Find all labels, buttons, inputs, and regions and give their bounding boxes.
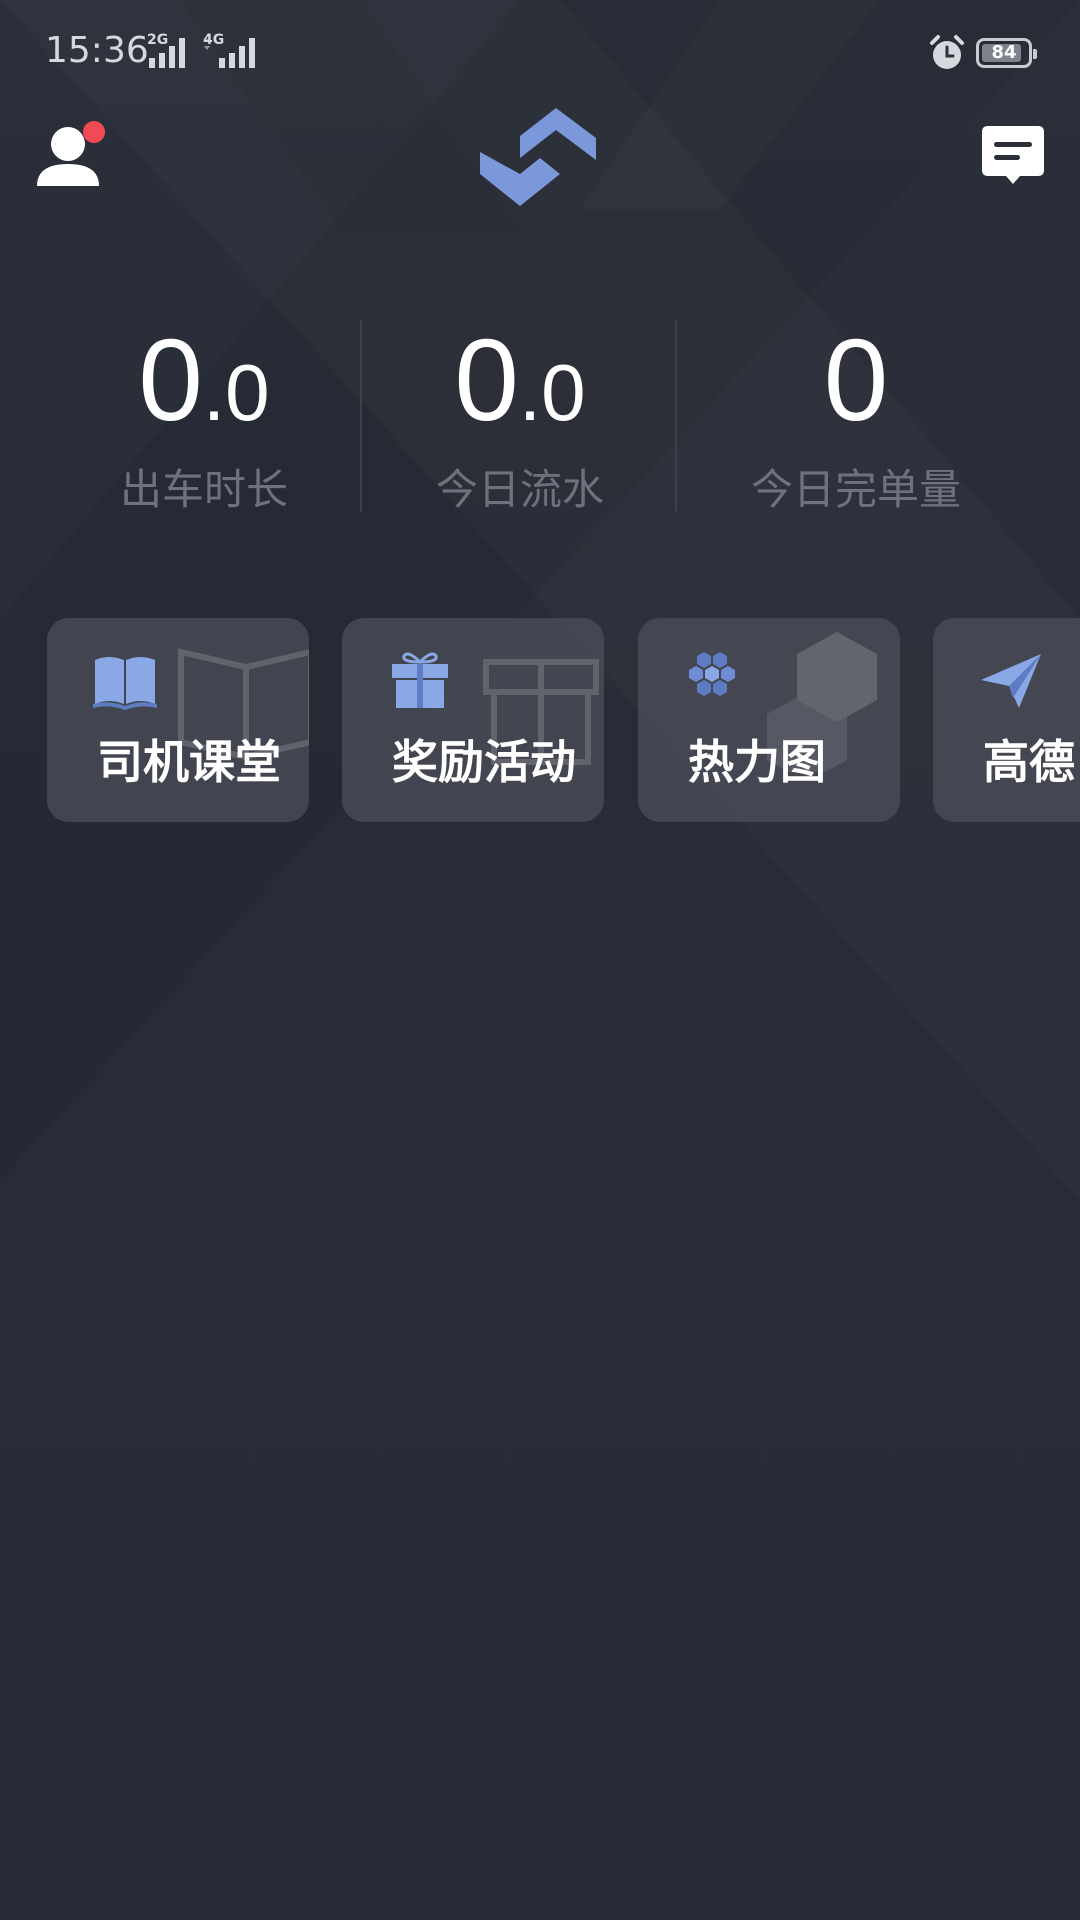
stats-divider	[675, 320, 677, 512]
signal-2g-indicator: 2G	[147, 32, 197, 74]
stat-online-duration: 0.0 出车时长	[84, 310, 324, 517]
card-heat-map[interactable]: 热力图	[638, 618, 900, 822]
feature-cards: 司机课堂 奖励活动 热力图 高德	[0, 618, 1080, 822]
message-icon	[982, 126, 1044, 184]
battery-percentage: 84	[991, 42, 1017, 63]
hexagon-grid-icon	[689, 652, 735, 696]
stat-value: 0	[823, 315, 889, 445]
stats-divider	[360, 320, 362, 512]
card-label: 奖励活动	[392, 735, 576, 789]
stats-panel: 0.0 出车时长 0.0 今日流水 0 今日完单量	[0, 310, 1080, 530]
signal-4g-indicator: 4G	[203, 32, 263, 74]
stat-value: 0.0	[138, 315, 270, 445]
background-pattern	[0, 0, 1080, 1180]
app-screen: 15:36 2G 4G 84 0.0 出车时长 0.0 今日流水 0 今日完单量…	[0, 0, 1080, 1920]
stat-today-revenue: 0.0 今日流水	[400, 310, 640, 517]
notification-dot	[83, 121, 105, 143]
battery-icon: 84	[976, 38, 1037, 68]
stat-label: 今日流水	[435, 465, 604, 514]
alarm-icon	[930, 35, 964, 69]
gift-icon	[392, 652, 448, 708]
stat-label: 今日完单量	[750, 465, 961, 514]
network-type-4g: 4G	[203, 32, 225, 48]
network-type-2g: 2G	[147, 32, 169, 48]
card-amap[interactable]: 高德	[933, 618, 1080, 822]
card-driver-class[interactable]: 司机课堂	[47, 618, 309, 822]
stat-label: 出车时长	[119, 465, 288, 514]
card-label: 高德	[983, 735, 1075, 789]
status-bar: 15:36 2G 4G 84	[0, 0, 1080, 110]
stat-today-orders: 0 今日完单量	[736, 310, 976, 517]
card-label: 热力图	[688, 735, 826, 789]
profile-button[interactable]	[32, 118, 112, 198]
stat-value: 0.0	[454, 315, 586, 445]
paper-plane-icon	[981, 654, 1041, 708]
card-reward-activity[interactable]: 奖励活动	[342, 618, 604, 822]
book-icon	[93, 657, 157, 710]
status-time: 15:36	[45, 30, 149, 71]
message-button[interactable]	[980, 124, 1046, 188]
card-label: 司机课堂	[97, 735, 281, 789]
app-logo-icon	[480, 108, 596, 206]
